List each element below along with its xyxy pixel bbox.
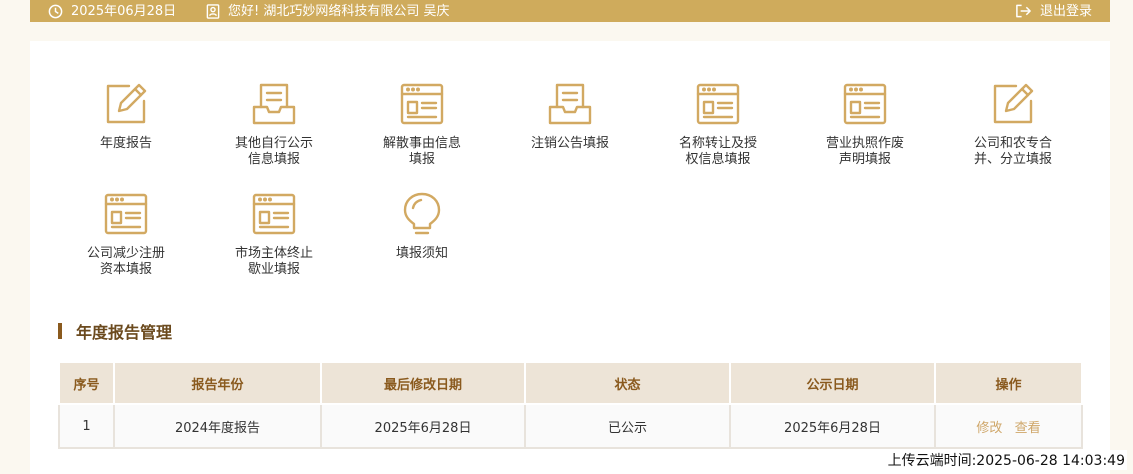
service-tile[interactable]: 注销公告填报 xyxy=(500,81,640,152)
date-display: 2025年06月28日 xyxy=(48,0,176,22)
cell-actions: 修改 查看 xyxy=(934,403,1083,449)
form-window-icon xyxy=(251,191,297,237)
annual-report-table: 序号 报告年份 最后修改日期 状态 公示日期 操作 1 2024年度报告 202… xyxy=(58,361,1083,449)
tile-label: 营业执照作废 声明填报 xyxy=(795,136,935,168)
col-header-modified: 最后修改日期 xyxy=(320,361,526,405)
form-window-icon xyxy=(103,191,149,237)
view-link[interactable]: 查看 xyxy=(1015,421,1041,436)
service-tile[interactable]: 营业执照作废 声明填报 xyxy=(795,81,935,168)
tile-label: 公司减少注册 资本填报 xyxy=(56,246,196,278)
edit-icon xyxy=(990,81,1036,127)
logout-icon xyxy=(1015,3,1032,19)
tile-label: 注销公告填报 xyxy=(500,136,640,152)
current-date: 2025年06月28日 xyxy=(71,3,177,19)
greeting-text: 您好! 湖北巧妙网络科技有限公司 吴庆 xyxy=(228,3,450,19)
service-tile[interactable]: 解散事由信息 填报 xyxy=(352,81,492,168)
section-marker xyxy=(58,323,62,339)
logout-button[interactable]: 退出登录 xyxy=(1015,0,1092,22)
cell-year: 2024年度报告 xyxy=(113,403,322,449)
service-tile[interactable]: 名称转让及授 权信息填报 xyxy=(648,81,788,168)
table-row: 1 2024年度报告 2025年6月28日 已公示 2025年6月28日 修改 … xyxy=(58,403,1083,449)
service-tile[interactable]: 公司和农专合 并、分立填报 xyxy=(943,81,1083,168)
service-tile[interactable]: 填报须知 xyxy=(352,191,492,262)
tile-label-line: 歇业填报 xyxy=(247,262,300,277)
tile-label-line: 权信息填报 xyxy=(685,152,751,167)
form-window-icon xyxy=(399,81,445,127)
col-header-status: 状态 xyxy=(524,361,731,405)
logout-label: 退出登录 xyxy=(1039,3,1092,19)
service-tile[interactable]: 市场主体终止 歇业填报 xyxy=(204,191,344,278)
cell-seq: 1 xyxy=(58,403,115,449)
tile-label-line: 信息填报 xyxy=(247,152,300,167)
col-header-published: 公示日期 xyxy=(729,361,936,405)
tile-label-line: 填报须知 xyxy=(395,246,448,261)
tile-label-line: 注销公告填报 xyxy=(530,136,609,151)
tile-label: 其他自行公示 信息填报 xyxy=(204,136,344,168)
service-tile[interactable]: 年度报告 xyxy=(56,81,196,152)
tile-label: 填报须知 xyxy=(352,246,492,262)
tile-label: 公司和农专合 并、分立填报 xyxy=(943,136,1083,168)
tile-label-line: 公司和农专合 xyxy=(973,136,1052,151)
col-header-actions: 操作 xyxy=(934,361,1083,405)
user-badge-icon xyxy=(206,3,220,19)
col-header-year: 报告年份 xyxy=(113,361,322,405)
cell-modified: 2025年6月28日 xyxy=(320,403,526,449)
service-tile[interactable]: 其他自行公示 信息填报 xyxy=(204,81,344,168)
edit-link[interactable]: 修改 xyxy=(976,421,1002,436)
cell-status: 已公示 xyxy=(524,403,731,449)
tile-label-line: 解散事由信息 xyxy=(382,136,461,151)
tile-label-line: 名称转让及授 xyxy=(678,136,757,151)
cell-published: 2025年6月28日 xyxy=(729,403,936,449)
tile-label-line: 填报 xyxy=(408,152,435,167)
tile-label-line: 公司减少注册 xyxy=(86,246,165,261)
top-bar: 2025年06月28日 您好! 湖北巧妙网络科技有限公司 吴庆 退出登录 xyxy=(30,0,1110,22)
tile-label-line: 其他自行公示 xyxy=(234,136,313,151)
section-title-text: 年度报告管理 xyxy=(76,323,173,342)
form-window-icon xyxy=(695,81,741,127)
main-card: 年度报告 其他自行公示 信息填报 解散事由信息 填报 注销公告填报 名称转让及授 权信… xyxy=(30,41,1110,474)
form-window-icon xyxy=(842,81,888,127)
tile-label: 市场主体终止 歇业填报 xyxy=(204,246,344,278)
inbox-icon xyxy=(547,81,593,127)
user-greeting: 您好! 湖北巧妙网络科技有限公司 吴庆 xyxy=(206,0,449,22)
tile-label-line: 并、分立填报 xyxy=(973,152,1052,167)
service-tile[interactable]: 公司减少注册 资本填报 xyxy=(56,191,196,278)
col-header-seq: 序号 xyxy=(58,361,115,405)
upload-timestamp: 上传云端时间:2025-06-28 14:03:49 xyxy=(885,450,1127,470)
clock-icon xyxy=(48,4,63,19)
tile-label: 解散事由信息 填报 xyxy=(352,136,492,168)
tile-label: 年度报告 xyxy=(56,136,196,152)
section-title: 年度报告管理 xyxy=(58,321,173,342)
tile-label: 名称转让及授 权信息填报 xyxy=(648,136,788,168)
inbox-icon xyxy=(251,81,297,127)
table-header-row: 序号 报告年份 最后修改日期 状态 公示日期 操作 xyxy=(58,361,1083,405)
tile-label-line: 营业执照作废 xyxy=(825,136,904,151)
lightbulb-icon xyxy=(399,191,445,237)
tile-label-line: 市场主体终止 xyxy=(234,246,313,261)
tile-label-line: 资本填报 xyxy=(99,262,152,277)
tile-label-line: 声明填报 xyxy=(838,152,891,167)
edit-icon xyxy=(103,81,149,127)
tile-label-line: 年度报告 xyxy=(99,136,152,151)
